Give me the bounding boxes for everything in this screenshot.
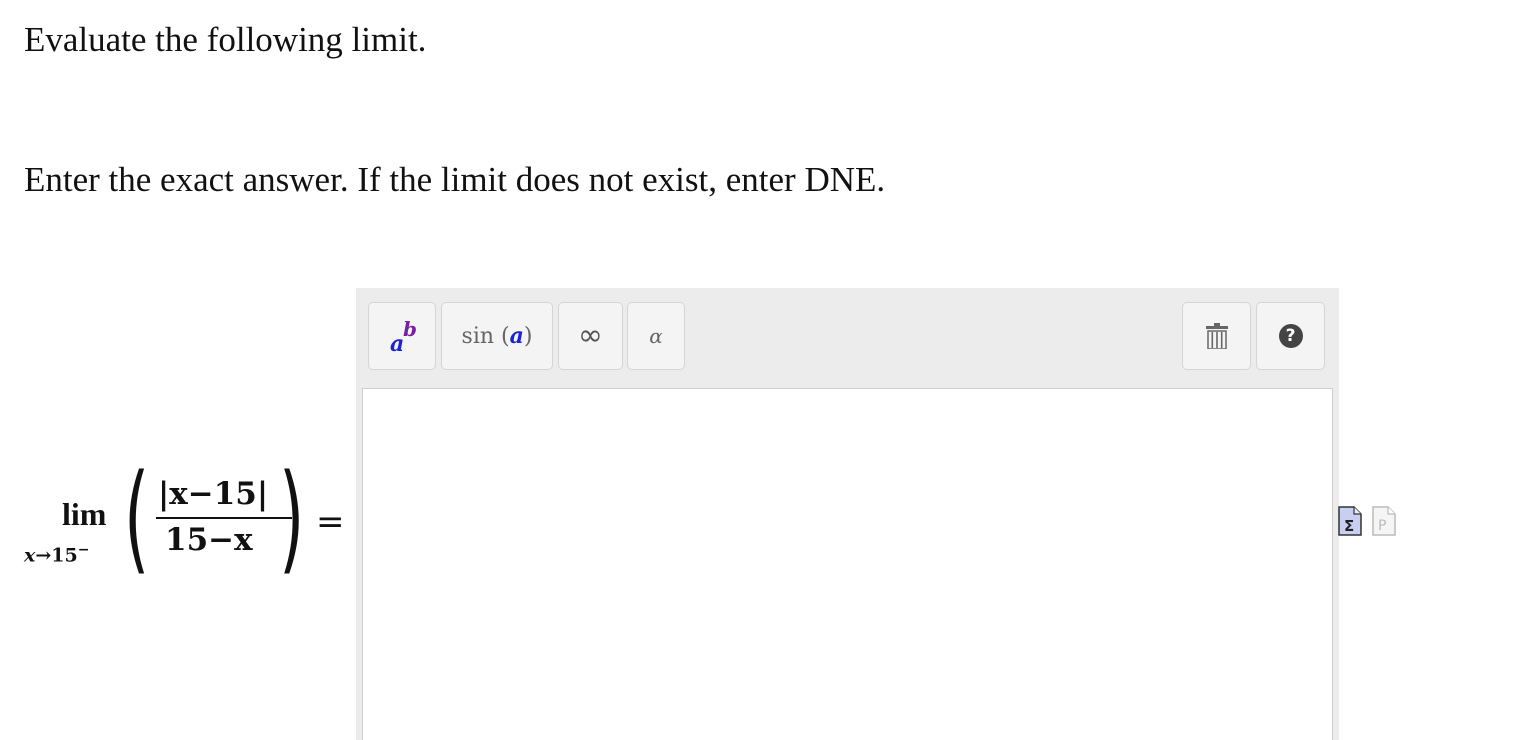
- right-paren: ): [279, 448, 305, 586]
- left-paren: (: [124, 448, 150, 586]
- trig-arg-label: a: [509, 323, 524, 349]
- equals-sign: =: [316, 502, 345, 542]
- answer-tools: Σ P: [1338, 506, 1398, 542]
- superscript-icon: a b: [385, 317, 419, 357]
- question-page: Evaluate the following limit. Enter the …: [0, 0, 1538, 740]
- clear-button[interactable]: [1182, 302, 1251, 370]
- question-instructions: Enter the exact answer. If the limit doe…: [24, 160, 886, 199]
- math-answer-editor: a b sin (a) ∞ α ?: [356, 288, 1339, 740]
- fraction-numerator: |x−15|: [158, 476, 269, 512]
- greek-letter-button[interactable]: α: [627, 302, 685, 370]
- trash-icon: [1205, 323, 1228, 349]
- limit-expression: lim x→15− ( |x−15| 15−x ) =: [22, 448, 352, 586]
- fraction-denominator: 15−x: [165, 522, 253, 558]
- lim-variable: x: [24, 544, 36, 567]
- lim-side: −: [77, 542, 90, 558]
- lim-operator: lim: [62, 496, 107, 532]
- help-icon: ?: [1278, 324, 1303, 348]
- editor-toolbar: a b sin (a) ∞ α ?: [356, 288, 1339, 386]
- superscript-button[interactable]: a b: [368, 302, 436, 370]
- infinity-button[interactable]: ∞: [558, 302, 623, 370]
- greek-letter-icon: α: [649, 324, 663, 348]
- preview-document-icon[interactable]: P: [1372, 506, 1396, 536]
- trig-function-button[interactable]: sin (a): [441, 302, 553, 370]
- power-exponent-label: b: [403, 317, 417, 341]
- trig-fn-label: sin: [461, 324, 495, 349]
- mathml-sigma-icon[interactable]: Σ: [1338, 506, 1362, 536]
- infinity-icon: ∞: [578, 318, 603, 353]
- svg-text:Σ: Σ: [1344, 517, 1354, 535]
- fraction-bar: [156, 517, 292, 519]
- trig-function-icon: sin (a): [461, 323, 533, 349]
- lim-approach: →15: [35, 544, 78, 567]
- help-button[interactable]: ?: [1256, 302, 1325, 370]
- answer-input[interactable]: [362, 388, 1333, 740]
- question-prompt: Evaluate the following limit.: [24, 20, 427, 59]
- svg-text:P: P: [1378, 518, 1386, 534]
- lim-subscript: x→15−: [24, 542, 89, 566]
